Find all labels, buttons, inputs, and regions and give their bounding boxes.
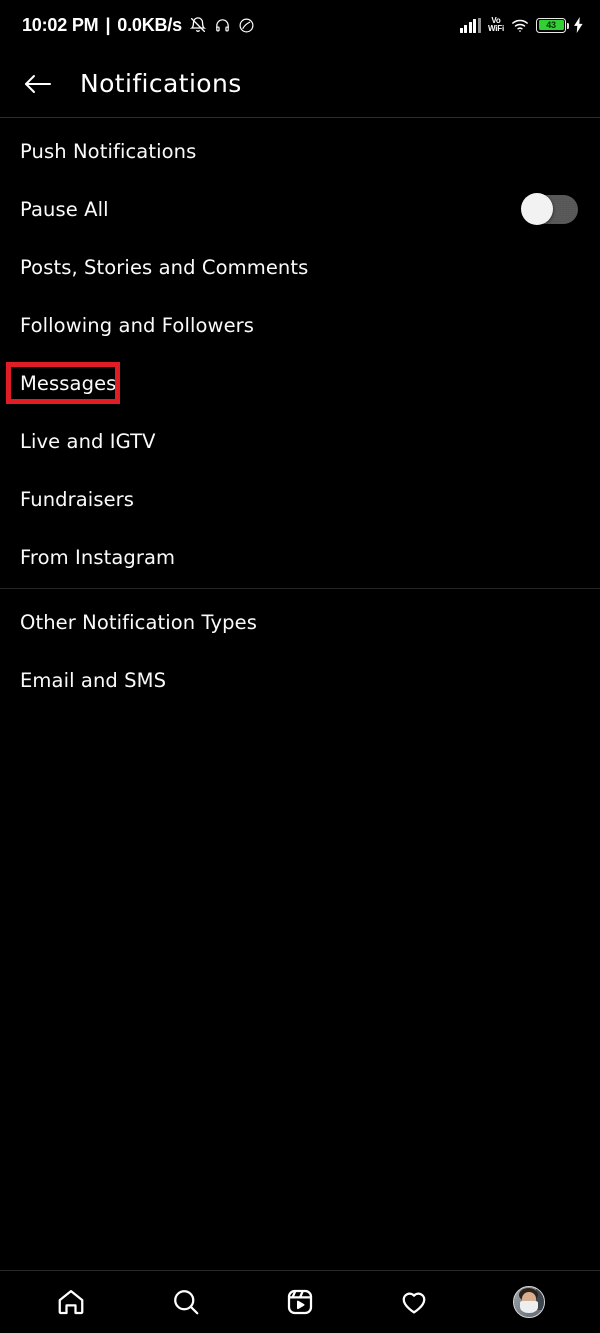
toggle-knob (521, 193, 553, 225)
nav-item-home[interactable] (43, 1278, 99, 1326)
network-speed: 0.0KB/s (117, 14, 182, 35)
row-label: From Instagram (20, 545, 176, 569)
pause-all-toggle[interactable] (521, 193, 578, 225)
nav-item-activity[interactable] (386, 1278, 442, 1326)
charging-bolt-icon (573, 17, 584, 33)
row-label: Email and SMS (20, 668, 167, 692)
battery-indicator: 43 (536, 17, 569, 33)
back-button[interactable] (20, 66, 56, 102)
signal-bars-icon (459, 17, 481, 33)
row-live-and-igtv[interactable]: Live and IGTV (0, 412, 600, 470)
row-label: Fundraisers (20, 487, 135, 511)
reels-icon (287, 1289, 313, 1315)
row-email-and-sms[interactable]: Email and SMS (0, 651, 600, 709)
nav-item-profile[interactable] (501, 1278, 557, 1326)
section-header-push-notifications: Push Notifications (0, 122, 600, 180)
bell-muted-icon (189, 16, 207, 34)
battery-fill: 43 (538, 20, 564, 30)
row-label: Posts, Stories and Comments (20, 255, 309, 279)
headphones-icon (214, 17, 231, 34)
row-label: Live and IGTV (20, 429, 156, 453)
status-bar-right: Vo WiFi 43 (459, 16, 584, 34)
home-icon (58, 1290, 84, 1315)
row-label: Other Notification Types (20, 610, 257, 634)
nav-item-reels[interactable] (272, 1278, 328, 1326)
push-notifications-section: Push Notifications Pause All Posts, Stor… (0, 118, 600, 586)
app-header: Notifications (0, 50, 600, 118)
battery-percent: 43 (546, 20, 556, 30)
avatar-face-mask (519, 1300, 538, 1314)
wifi-icon (511, 18, 529, 33)
status-clock: 10:02 PM (22, 14, 99, 35)
other-notification-types-section: Other Notification Types Email and SMS (0, 589, 600, 709)
search-icon (173, 1290, 198, 1315)
row-messages[interactable]: Messages (0, 354, 600, 412)
row-label: Pause All (20, 197, 109, 221)
row-following-and-followers[interactable]: Following and Followers (0, 296, 600, 354)
status-bar-left: 10:02 PM | 0.0KB/s (22, 15, 255, 36)
row-label: Messages (20, 371, 117, 395)
page-title: Notifications (80, 69, 242, 98)
section-header-other-notification-types: Other Notification Types (0, 593, 600, 651)
dnd-icon (238, 17, 255, 34)
back-arrow-icon (25, 74, 51, 93)
vowifi-indicator: Vo WiFi (487, 16, 504, 34)
heart-icon (402, 1292, 426, 1314)
row-from-instagram[interactable]: From Instagram (0, 528, 600, 586)
row-pause-all[interactable]: Pause All (0, 180, 600, 238)
profile-avatar[interactable] (512, 1286, 545, 1318)
bottom-navigation-bar (0, 1270, 600, 1333)
row-label: Push Notifications (20, 139, 197, 163)
vowifi-line-2: WiFi (487, 24, 504, 33)
row-label: Following and Followers (20, 313, 255, 337)
row-fundraisers[interactable]: Fundraisers (0, 470, 600, 528)
nav-item-search[interactable] (158, 1278, 214, 1326)
status-bar: 10:02 PM | 0.0KB/s Vo WiFi 43 (0, 0, 600, 50)
status-separator: | (105, 14, 111, 35)
row-posts-stories-comments[interactable]: Posts, Stories and Comments (0, 238, 600, 296)
